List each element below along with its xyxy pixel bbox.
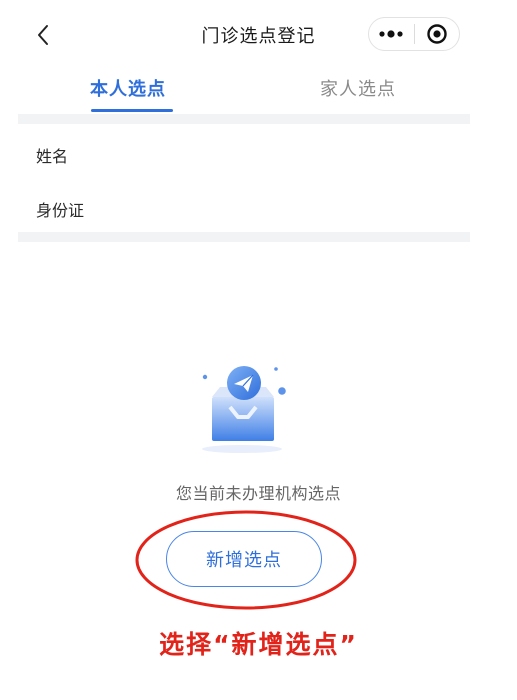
close-button[interactable] — [415, 18, 460, 50]
tab-self[interactable]: 本人选点 — [90, 75, 166, 101]
annotation-text: 选择“新增选点” — [159, 630, 358, 659]
tab-family[interactable]: 家人选点 — [320, 75, 396, 101]
add-selection-button[interactable]: 新增选点 — [166, 531, 322, 587]
name-label: 姓名 — [36, 147, 69, 166]
active-tab-indicator — [91, 109, 173, 112]
empty-inbox-illustration — [202, 366, 286, 453]
mini-program-capsule — [368, 17, 460, 51]
section-divider — [18, 232, 470, 242]
target-close-icon — [427, 24, 447, 44]
id-card-label: 身份证 — [36, 201, 85, 220]
more-dots-icon — [379, 30, 403, 38]
more-button[interactable] — [369, 18, 414, 50]
navigation-bar: 门诊选点登记 — [0, 0, 517, 70]
section-divider — [18, 114, 470, 124]
empty-state-message: 您当前未办理机构选点 — [175, 484, 341, 503]
tab-bar: 本人选点 家人选点 — [0, 70, 517, 114]
